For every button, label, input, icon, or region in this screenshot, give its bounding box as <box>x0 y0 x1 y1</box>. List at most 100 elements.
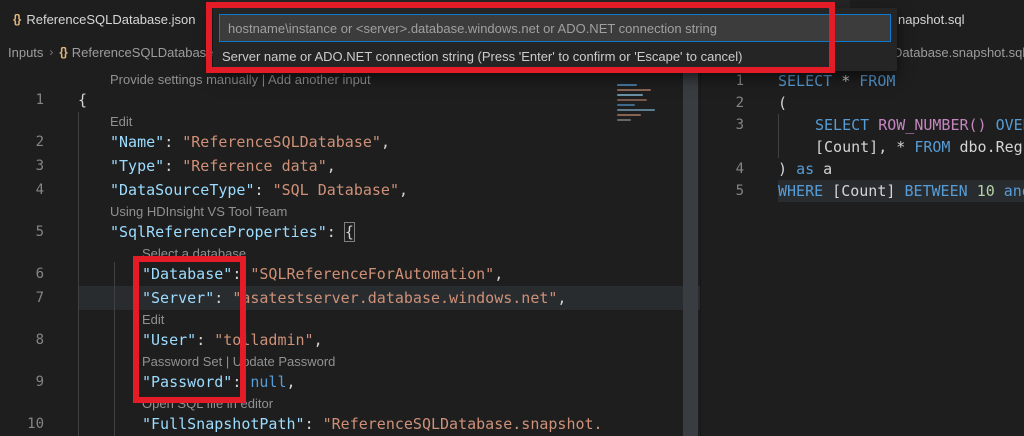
code-text[interactable]: { <box>78 88 700 112</box>
token: "Server" <box>142 289 214 307</box>
code-line: 3 SELECT ROW_NUMBER() OVER <box>700 114 1024 136</box>
quick-input-prompt: Server name or ADO.NET connection string… <box>213 42 897 64</box>
line-number: 4 <box>700 161 744 177</box>
codelens-link[interactable]: Provide settings manually | Add another … <box>78 70 700 88</box>
codelens-link[interactable]: Select a database <box>78 244 700 262</box>
codelens: Provide settings manually | Add another … <box>0 70 700 88</box>
token: : <box>214 289 232 307</box>
token <box>987 116 996 134</box>
editor-sql[interactable]: 1SELECT * FROM 2 (3 SELECT ROW_NUMBER() OVE… <box>700 66 1024 436</box>
codelens: Edit <box>0 112 700 130</box>
line-number: 3 <box>700 117 744 133</box>
token: "Database" <box>142 265 232 283</box>
code-text[interactable]: "Password": null, <box>78 370 700 394</box>
code-line: 3 "Type": "Reference data", <box>0 154 700 178</box>
token: * <box>832 72 859 90</box>
token: 10 <box>977 182 995 200</box>
line-number: 7 <box>0 290 44 306</box>
token: , <box>327 157 336 175</box>
codelens: Open SQL file in editor <box>0 394 700 412</box>
token: { <box>345 223 354 241</box>
token <box>968 182 977 200</box>
code-text[interactable]: "Name": "ReferenceSQLDatabase", <box>78 130 700 154</box>
token: "Type" <box>110 157 164 175</box>
token: : <box>196 331 214 349</box>
code-line: [Count], * FROM dbo.Regi <box>700 136 1024 158</box>
line-number: 2 <box>700 95 744 111</box>
vscode-window: {} ReferenceSQLDatabase.json napshot.sql… <box>0 0 1024 436</box>
tab-referencesqldatabase-json[interactable]: {} ReferenceSQLDatabase.json <box>0 0 216 38</box>
token: and <box>1004 182 1024 200</box>
token: null <box>250 373 286 391</box>
json-file-icon: {} <box>59 45 66 59</box>
chevron-right-icon: › <box>49 45 53 59</box>
token: OVER <box>996 116 1024 134</box>
code-text[interactable]: WHERE [Count] BETWEEN 10 and <box>778 180 1024 202</box>
code-text[interactable]: "FullSnapshotPath": "ReferenceSQLDatabas… <box>78 412 700 436</box>
line-number: 6 <box>0 266 44 282</box>
tab-label: ReferenceSQLDatabase.json <box>26 12 195 27</box>
token: , <box>314 331 323 349</box>
line-number: 9 <box>0 374 44 390</box>
token: : <box>255 181 273 199</box>
code-text[interactable]: "DataSourceType": "SQL Database", <box>78 178 700 202</box>
token: : <box>232 265 250 283</box>
token: , <box>494 265 503 283</box>
json-file-icon: {} <box>13 12 20 26</box>
token: , <box>557 289 566 307</box>
token: ( <box>778 94 787 112</box>
editor-json[interactable]: Provide settings manually | Add another … <box>0 66 700 436</box>
line-number: 10 <box>0 416 44 432</box>
codelens-link[interactable]: Edit <box>78 310 700 328</box>
code-text[interactable]: "Database": "SQLReferenceForAutomation", <box>78 262 700 286</box>
code-line: 10 "FullSnapshotPath": "ReferenceSQLDatab… <box>0 412 700 436</box>
breadcrumb-file[interactable]: Database.snapshot.sql <box>893 45 1024 60</box>
codelens-link[interactable]: Edit <box>78 112 700 130</box>
code-text[interactable]: ) as a <box>778 158 1024 180</box>
token: [Count] <box>823 182 904 200</box>
token: , <box>381 133 390 151</box>
token: BETWEEN <box>904 182 967 200</box>
breadcrumb-folder[interactable]: Inputs <box>8 45 43 60</box>
line-number: 3 <box>0 158 44 174</box>
token: "asatestserver.database.windows.net" <box>232 289 557 307</box>
code-line: 7 "Server": "asatestserver.database.windo… <box>0 286 700 310</box>
line-number: 8 <box>0 332 44 348</box>
token: , <box>399 181 408 199</box>
code-line: 1SELECT * FROM <box>700 70 1024 92</box>
server-name-input[interactable] <box>220 15 890 41</box>
codelens-link[interactable]: Open SQL file in editor <box>78 394 700 412</box>
quick-input-widget: Server name or ADO.NET connection string… <box>213 8 897 71</box>
code-text[interactable]: "User": "tolladmin", <box>78 328 700 352</box>
token: as <box>796 160 814 178</box>
token: "SqlReferenceProperties" <box>110 223 327 241</box>
code-text[interactable]: SELECT * FROM <box>778 70 1024 92</box>
code-line: 2"Name": "ReferenceSQLDatabase", <box>0 130 700 154</box>
line-number: 5 <box>700 183 744 199</box>
code-text[interactable]: "Type": "Reference data", <box>78 154 700 178</box>
code-text[interactable]: "SqlReferenceProperties": { <box>78 220 700 244</box>
line-number: 4 <box>0 182 44 198</box>
code-text[interactable]: "Server": "asatestserver.database.window… <box>78 286 700 310</box>
scrollbar-vertical[interactable] <box>683 70 698 436</box>
codelens-link[interactable]: Password Set | Update Password <box>78 352 700 370</box>
codelens-link[interactable]: Using HDInsight VS Tool Team <box>78 202 700 220</box>
token: "ReferenceSQLDatabase" <box>182 133 381 151</box>
code-text[interactable]: SELECT ROW_NUMBER() OVER <box>778 114 1024 136</box>
token: SELECT <box>815 116 869 134</box>
token: "User" <box>142 331 196 349</box>
code-line: 4 "DataSourceType": "SQL Database", <box>0 178 700 202</box>
token: "tolladmin" <box>214 331 313 349</box>
code-text[interactable]: [Count], * FROM dbo.Regi <box>778 136 1024 158</box>
minimap[interactable] <box>617 84 661 136</box>
line-number: 1 <box>0 92 44 108</box>
token: "ReferenceSQLDatabase.snapshot. <box>323 415 603 433</box>
code-text[interactable]: ( <box>778 92 1024 114</box>
code-line: 9 "Password": null, <box>0 370 700 394</box>
token <box>995 182 1004 200</box>
token: dbo.Regi <box>950 138 1024 156</box>
code-line: 8 "User": "tolladmin", <box>0 328 700 352</box>
token: : <box>164 157 182 175</box>
code-line: 1{ <box>0 88 700 112</box>
token: ) <box>778 160 796 178</box>
